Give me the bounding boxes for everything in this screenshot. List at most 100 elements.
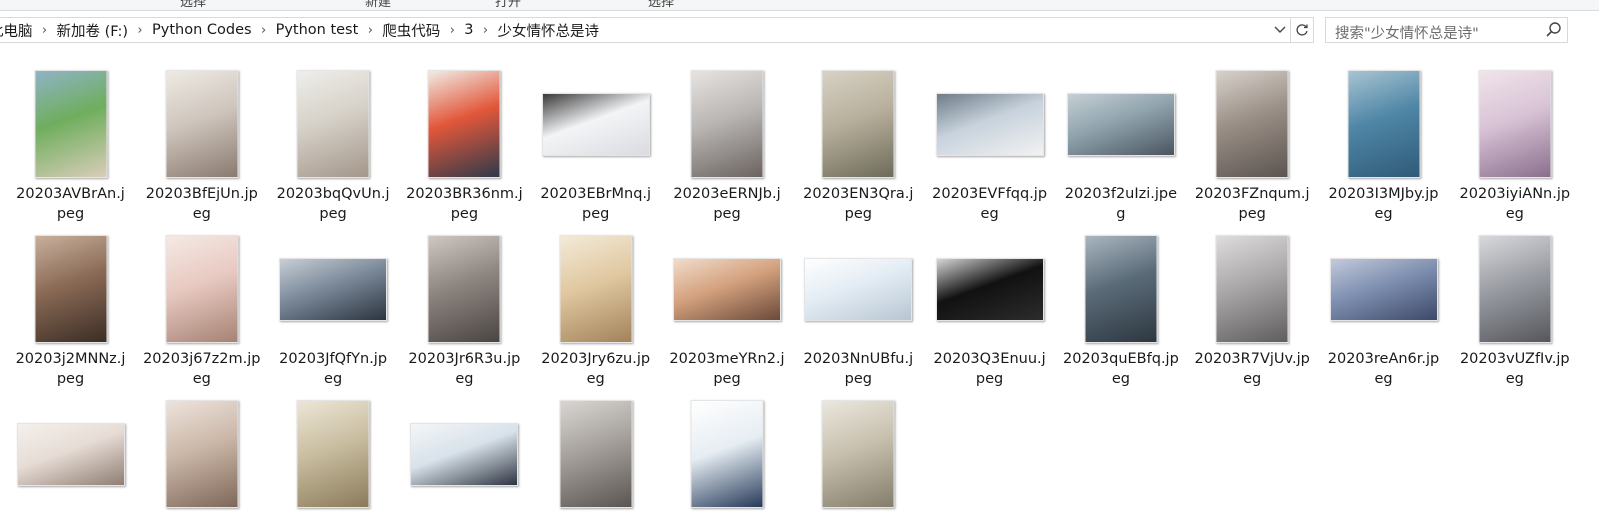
chevron-right-icon[interactable]: ›	[37, 23, 53, 38]
file-item[interactable]: 20203bqQvUn.j peg	[268, 56, 399, 224]
image-thumbnail[interactable]	[410, 423, 519, 486]
file-item[interactable]: 20203EBrMnq.j peg	[530, 56, 661, 224]
image-thumbnail[interactable]	[821, 400, 895, 508]
image-thumbnail[interactable]	[690, 400, 764, 508]
file-item[interactable]	[662, 386, 793, 514]
image-thumbnail[interactable]	[165, 235, 239, 343]
image-thumbnail[interactable]	[935, 93, 1044, 156]
crumb-python-codes[interactable]: Python Codes	[148, 22, 256, 38]
image-thumbnail[interactable]	[427, 235, 501, 343]
file-item[interactable]: 20203NnUBfu.j peg	[793, 221, 924, 389]
image-thumbnail[interactable]	[1066, 93, 1175, 156]
file-item[interactable]: 20203BfEjUn.jp eg	[136, 56, 267, 224]
image-thumbnail[interactable]	[1478, 235, 1552, 343]
thumbnail-frame	[5, 56, 136, 178]
image-thumbnail[interactable]	[1215, 70, 1289, 178]
image-thumbnail[interactable]	[165, 70, 239, 178]
file-item[interactable]: 20203FZnqum.j peg	[1187, 56, 1318, 224]
image-thumbnail[interactable]	[296, 400, 370, 508]
file-item[interactable]: 20203R7VjUv.jp eg	[1187, 221, 1318, 389]
crumb-drive[interactable]: 新加卷 (F:)	[53, 20, 133, 41]
file-name-label: 20203BR36nm.j peg	[406, 186, 523, 222]
file-name-label: 20203EVFfqq.jp eg	[932, 186, 1048, 222]
ribbon-label-select[interactable]: 选择	[180, 0, 206, 10]
image-thumbnail[interactable]	[804, 258, 913, 321]
file-item[interactable]	[136, 386, 267, 514]
file-item[interactable]	[5, 386, 136, 514]
file-name-label: 20203EBrMnq.j peg	[540, 186, 652, 222]
search-input[interactable]: 搜索"少女情怀总是诗"	[1325, 17, 1568, 43]
image-thumbnail[interactable]	[296, 70, 370, 178]
ribbon-label-open[interactable]: 打开	[495, 0, 521, 10]
file-name-label: 20203JfQfYn.jp eg	[279, 351, 388, 387]
file-item[interactable]: 20203reAn6r.jp eg	[1318, 221, 1449, 389]
crumb-current-folder[interactable]: 少女情怀总是诗	[494, 20, 604, 41]
image-thumbnail[interactable]	[34, 70, 107, 178]
file-item[interactable]	[530, 386, 661, 514]
chevron-right-icon[interactable]: ›	[362, 23, 378, 38]
image-thumbnail[interactable]	[673, 258, 781, 321]
file-item[interactable]	[399, 386, 530, 514]
file-item[interactable]: 20203Jr6R3u.jp eg	[399, 221, 530, 389]
file-item[interactable]: 20203EVFfqq.jp eg	[924, 56, 1055, 224]
file-item[interactable]: 20203iyiANn.jp eg	[1449, 56, 1580, 224]
file-name-label: 20203BfEjUn.jp eg	[145, 186, 258, 222]
file-item[interactable]: 20203j67z2m.jp eg	[136, 221, 267, 389]
refresh-icon[interactable]	[1290, 18, 1313, 42]
crumb-crawler[interactable]: 爬虫代码	[378, 20, 444, 41]
crumb-3[interactable]: 3	[460, 22, 477, 38]
image-thumbnail[interactable]	[821, 70, 895, 178]
chevron-right-icon[interactable]: ›	[256, 23, 272, 38]
search-icon[interactable]	[1545, 20, 1563, 40]
ribbon-label-new[interactable]: 新建	[365, 0, 391, 10]
image-thumbnail[interactable]	[690, 70, 764, 178]
thumbnail-frame	[793, 386, 924, 508]
thumbnail-frame	[268, 386, 399, 508]
file-item[interactable]: 20203BR36nm.j peg	[399, 56, 530, 224]
image-thumbnail[interactable]	[935, 258, 1044, 321]
ribbon-label-select2[interactable]: 选择	[648, 0, 674, 10]
chevron-down-icon[interactable]	[1271, 18, 1289, 42]
file-item[interactable]: 20203AVBrAn.j peg	[5, 56, 136, 224]
thumbnail-frame	[136, 221, 267, 343]
image-thumbnail[interactable]	[1215, 235, 1289, 343]
file-item[interactable]: 20203j2MNNz.j peg	[5, 221, 136, 389]
image-thumbnail[interactable]	[1329, 258, 1438, 321]
file-item[interactable]	[268, 386, 399, 514]
image-thumbnail[interactable]	[541, 93, 650, 156]
address-bar[interactable]: 此电脑 › 新加卷 (F:) › Python Codes › Python t…	[0, 17, 1314, 43]
file-item[interactable]: 20203meYRn2.j peg	[662, 221, 793, 389]
image-thumbnail[interactable]	[559, 235, 633, 343]
file-item[interactable]: 20203Q3Enuu.j peg	[924, 221, 1055, 389]
image-thumbnail[interactable]	[1084, 235, 1158, 343]
image-thumbnail[interactable]	[559, 400, 633, 508]
image-thumbnail[interactable]	[34, 235, 107, 343]
file-name-label: 20203reAn6r.jp eg	[1327, 351, 1440, 387]
image-thumbnail[interactable]	[16, 423, 125, 486]
image-thumbnail[interactable]	[1478, 70, 1552, 178]
crumb-python-test[interactable]: Python test	[272, 22, 363, 38]
file-item[interactable]: 20203Jry6zu.jp eg	[530, 221, 661, 389]
file-item[interactable]: 20203EN3Qra.j peg	[793, 56, 924, 224]
chevron-right-icon[interactable]: ›	[132, 23, 148, 38]
image-thumbnail[interactable]	[427, 70, 501, 178]
image-thumbnail[interactable]	[165, 400, 239, 508]
thumbnail-frame	[399, 386, 530, 508]
chevron-right-icon[interactable]: ›	[444, 23, 460, 38]
image-thumbnail[interactable]	[279, 258, 388, 321]
file-item[interactable]: 20203JfQfYn.jp eg	[268, 221, 399, 389]
file-item[interactable]: 20203vUZfIv.jp eg	[1449, 221, 1580, 389]
file-item[interactable]: 20203f2uIzi.jpe g	[1055, 56, 1186, 224]
chevron-right-icon[interactable]: ›	[478, 23, 494, 38]
thumbnail-frame	[530, 56, 661, 178]
file-item[interactable]	[793, 386, 924, 514]
thumbnail-frame	[5, 386, 136, 508]
file-name-label: 20203meYRn2.j peg	[669, 351, 785, 387]
image-thumbnail[interactable]	[1347, 70, 1420, 178]
file-item[interactable]: 20203I3MJby.jp eg	[1318, 56, 1449, 224]
file-item[interactable]: 20203quEBfq.jp eg	[1055, 221, 1186, 389]
file-name-label: 20203f2uIzi.jpe g	[1064, 186, 1178, 222]
file-item[interactable]: 20203eERNJb.j peg	[662, 56, 793, 224]
crumb-this-pc[interactable]: 此电脑	[0, 20, 37, 41]
file-name-label: 20203NnUBfu.j peg	[803, 351, 914, 387]
